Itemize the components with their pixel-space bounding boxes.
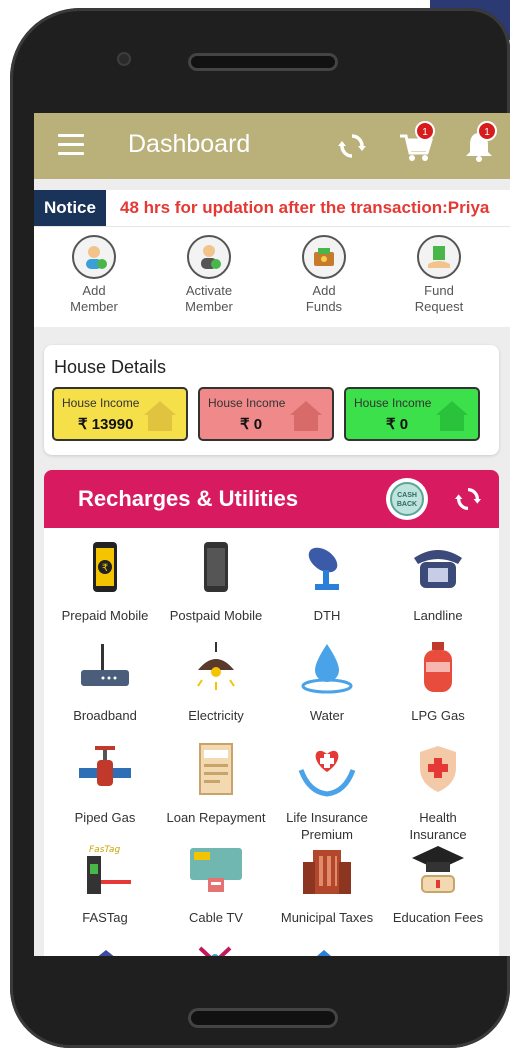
service-broadband[interactable]: Broadband xyxy=(49,640,161,724)
service-cable-tv[interactable]: Cable TV xyxy=(160,842,272,926)
service-label: Postpaid Mobile xyxy=(169,608,263,623)
fund-request-label: Fund Request xyxy=(414,283,464,314)
refresh-icon[interactable] xyxy=(454,485,482,513)
house-income-box-3[interactable]: House Income ₹ 0 xyxy=(344,387,480,441)
lamp-icon xyxy=(197,642,235,690)
dth-dish-icon xyxy=(308,547,339,590)
house-details-card: House Details House Income ₹ 13990 House… xyxy=(44,345,499,455)
recharges-title: Recharges & Utilities xyxy=(78,486,299,511)
svg-text:FasTag: FasTag xyxy=(89,845,120,855)
service-electricity[interactable]: Electricity xyxy=(160,640,272,724)
service-label: Prepaid Mobile xyxy=(61,608,149,623)
gas-cylinder-icon xyxy=(424,642,452,692)
refresh-icon[interactable] xyxy=(337,131,367,161)
service-dth[interactable]: DTH xyxy=(271,540,383,624)
router-icon xyxy=(81,644,129,686)
service-label: LPG Gas xyxy=(411,708,465,723)
add-member-button[interactable]: Add Member xyxy=(39,235,149,315)
building-icon xyxy=(303,850,351,894)
service-municipal-taxes[interactable]: Municipal Taxes xyxy=(271,842,383,926)
house-icon xyxy=(436,401,468,431)
house-details-title: House Details xyxy=(54,357,167,377)
quick-actions: Add Member Activate Member Add Funds Fun… xyxy=(34,226,510,327)
service-label: Broadband xyxy=(73,708,137,723)
service-prepaid-mobile[interactable]: ₹ Prepaid Mobile xyxy=(49,540,161,624)
house-icon xyxy=(290,401,322,431)
notification-count-badge: 1 xyxy=(477,121,497,141)
service-label: Health Insurance xyxy=(409,810,467,842)
gas-pipe-icon xyxy=(79,746,131,786)
cashback-badge-icon[interactable]: CASH BACK xyxy=(386,478,428,520)
service-label: Landline xyxy=(413,608,463,623)
recharges-utilities-card: Recharges & Utilities CASH BACK ₹ Prepai… xyxy=(44,470,499,956)
home-button[interactable] xyxy=(188,1008,338,1028)
service-loan-repayment[interactable]: Loan Repayment xyxy=(160,742,272,826)
cashback-text: CASH BACK xyxy=(390,482,424,516)
add-funds-button[interactable]: Add Funds xyxy=(269,235,379,315)
cable-tv-icon xyxy=(190,848,242,892)
cart-count-badge: 1 xyxy=(415,121,435,141)
partial-service-icon xyxy=(98,950,114,956)
house-icon xyxy=(144,401,176,431)
service-label: Life Insurance Premium xyxy=(286,810,368,842)
loan-document-icon xyxy=(199,743,233,795)
notice-bar: Notice 48 hrs for updation after the tra… xyxy=(34,190,510,226)
partial-service-icon xyxy=(198,946,232,956)
add-funds-label: Add Funds xyxy=(305,283,343,314)
house-income-label: House Income xyxy=(62,396,140,410)
service-label: Electricity xyxy=(188,708,244,723)
fund-request-button[interactable]: Fund Request xyxy=(384,235,494,315)
notice-marquee-text: 48 hrs for updation after the transactio… xyxy=(120,198,490,217)
water-drop-icon xyxy=(301,644,353,694)
add-funds-icon xyxy=(302,235,346,279)
fastag-toll-icon: FasTag xyxy=(87,845,131,894)
front-camera xyxy=(117,52,131,66)
fund-request-icon xyxy=(417,235,461,279)
service-label: Water xyxy=(309,708,345,723)
prepaid-mobile-icon: ₹ xyxy=(93,542,117,592)
heart-hands-icon xyxy=(298,750,356,797)
hamburger-menu-icon[interactable] xyxy=(58,134,84,156)
service-landline[interactable]: Landline xyxy=(382,540,494,624)
house-income-label: House Income xyxy=(354,396,432,410)
house-income-box-2[interactable]: House Income ₹ 0 xyxy=(198,387,334,441)
service-fastag[interactable]: FasTag FASTag xyxy=(49,842,161,926)
recharges-header: Recharges & Utilities CASH BACK xyxy=(44,470,499,528)
svg-text:₹: ₹ xyxy=(102,563,108,574)
house-income-label: House Income xyxy=(208,396,286,410)
service-life-insurance[interactable]: Life Insurance Premium xyxy=(271,742,383,843)
notice-label: Notice xyxy=(34,190,106,226)
activate-member-button[interactable]: Activate Member xyxy=(154,235,264,315)
service-label: Municipal Taxes xyxy=(280,910,374,925)
house-income-value: ₹ 13990 xyxy=(78,416,134,433)
service-label: Loan Repayment xyxy=(166,810,266,825)
service-label: DTH xyxy=(313,608,341,623)
landline-phone-icon xyxy=(414,550,462,588)
graduation-cap-icon xyxy=(412,846,464,893)
service-label: Education Fees xyxy=(392,910,484,925)
health-shield-icon xyxy=(420,746,456,792)
service-water[interactable]: Water xyxy=(271,640,383,724)
service-label: Cable TV xyxy=(189,910,243,925)
page-title: Dashboard xyxy=(128,130,251,158)
service-postpaid-mobile[interactable]: Postpaid Mobile xyxy=(160,540,272,624)
partial-service-icon xyxy=(317,950,331,956)
house-income-box-1[interactable]: House Income ₹ 13990 xyxy=(52,387,188,441)
activate-member-icon xyxy=(187,235,231,279)
earpiece-speaker xyxy=(188,53,338,71)
service-label: Piped Gas xyxy=(74,810,136,825)
service-lpg-gas[interactable]: LPG Gas xyxy=(382,640,494,724)
activate-member-label: Activate Member xyxy=(185,283,233,314)
house-income-value: ₹ 0 xyxy=(386,416,409,433)
house-income-value: ₹ 0 xyxy=(240,416,263,433)
service-education-fees[interactable]: Education Fees xyxy=(382,842,494,926)
service-piped-gas[interactable]: Piped Gas xyxy=(49,742,161,826)
add-member-icon xyxy=(72,235,116,279)
service-label: FASTag xyxy=(82,910,128,925)
add-member-label: Add Member xyxy=(70,283,118,314)
postpaid-mobile-icon xyxy=(204,542,228,592)
app-screen: Dashboard 1 1 Notice 48 hrs for updation… xyxy=(34,113,510,956)
app-bar: Dashboard 1 1 xyxy=(34,113,510,179)
service-health-insurance[interactable]: Health Insurance xyxy=(382,742,494,843)
